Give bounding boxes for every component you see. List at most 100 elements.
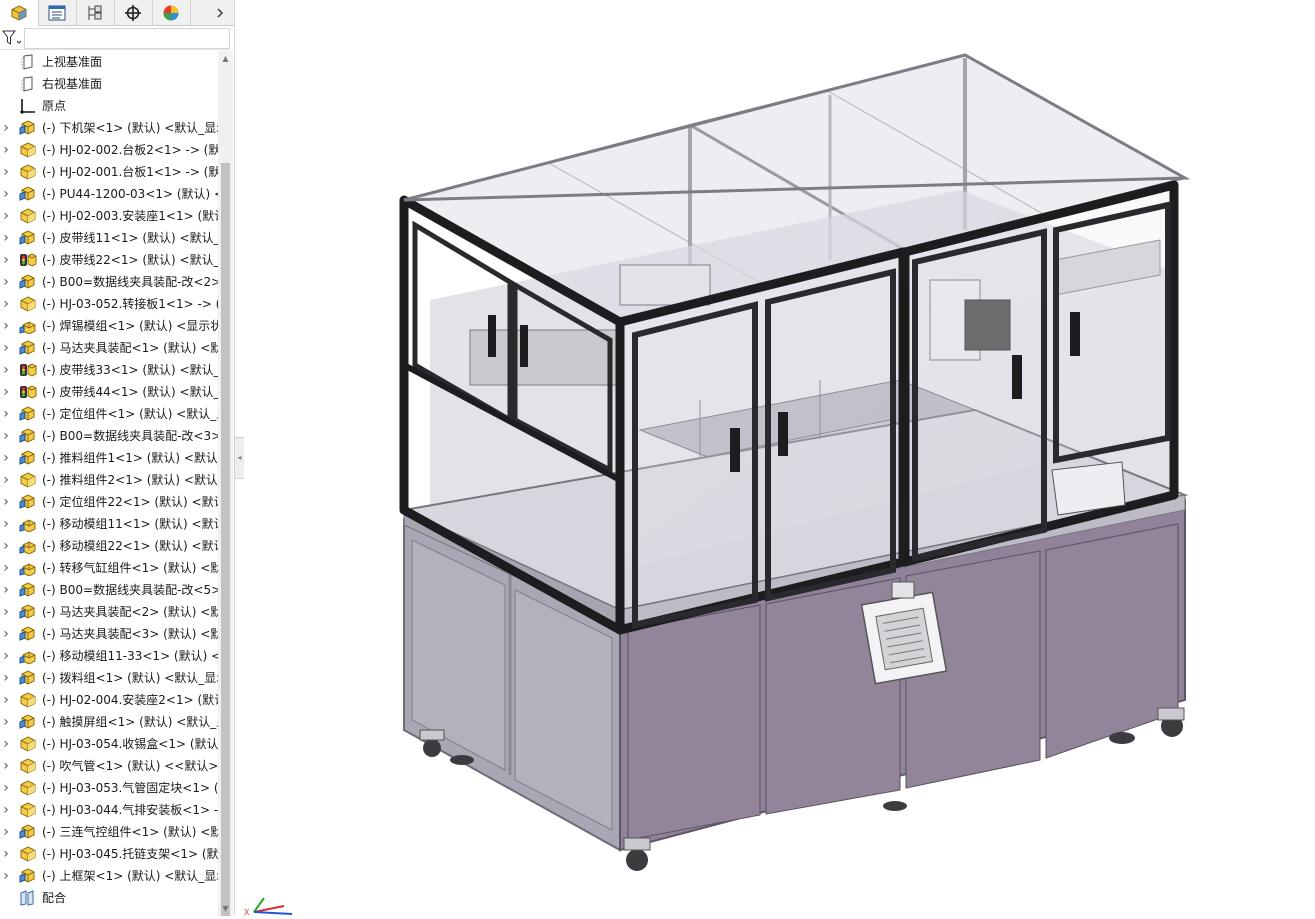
- tree-item[interactable]: 原点: [0, 95, 218, 117]
- tree-item[interactable]: › (-) HJ-02-004.安装座2<1> (默认: [0, 689, 218, 711]
- tree-item[interactable]: › (-) 皮带线33<1> (默认) <默认_显: [0, 359, 218, 381]
- tree-item[interactable]: › (-) 触摸屏组<1> (默认) <默认_显: [0, 711, 218, 733]
- expand-arrow-icon[interactable]: ›: [1, 601, 11, 623]
- expand-arrow-icon[interactable]: ›: [1, 227, 11, 249]
- expand-arrow-icon[interactable]: ›: [1, 161, 11, 183]
- display-manager-tab[interactable]: [152, 0, 191, 25]
- expand-arrow-icon[interactable]: ›: [1, 711, 11, 733]
- configuration-manager-tab[interactable]: [76, 0, 115, 25]
- tree-item[interactable]: › (-) 马达夹具装配<1> (默认) <默: [0, 337, 218, 359]
- expand-arrow-icon[interactable]: ›: [1, 249, 11, 271]
- tree-item[interactable]: › (-) 马达夹具装配<2> (默认) <默: [0, 601, 218, 623]
- expand-arrow-icon[interactable]: ›: [1, 469, 11, 491]
- expand-arrow-icon[interactable]: ›: [1, 293, 11, 315]
- tree-item[interactable]: › (-) 拨料组<1> (默认) <默认_显示: [0, 667, 218, 689]
- expand-arrow-icon[interactable]: ›: [1, 425, 11, 447]
- expand-arrow-icon[interactable]: ›: [1, 865, 11, 887]
- dimxpert-tab[interactable]: [114, 0, 153, 25]
- tree-item[interactable]: › (-) 吹气管<1> (默认) <<默认>_: [0, 755, 218, 777]
- part-icon: [19, 472, 37, 488]
- expand-arrow-icon[interactable]: ›: [1, 623, 11, 645]
- expand-arrow-icon[interactable]: ›: [1, 535, 11, 557]
- tree-item[interactable]: › (-) HJ-03-054.收锡盒<1> (默认): [0, 733, 218, 755]
- tree-item[interactable]: › (-) 转移气缸组件<1> (默认) <默: [0, 557, 218, 579]
- tree-item[interactable]: › (-) PU44-1200-03<1> (默认) <默: [0, 183, 218, 205]
- expand-arrow-icon[interactable]: ›: [1, 403, 11, 425]
- tree-item[interactable]: › (-) 焊锡模组<1> (默认) <显示状: [0, 315, 218, 337]
- tree-scrollbar[interactable]: ▲ ▼: [218, 51, 233, 916]
- tree-item[interactable]: › (-) 移动模组11<1> (默认) <默认: [0, 513, 218, 535]
- assembly-flex-icon: [19, 560, 37, 577]
- tree-item[interactable]: › (-) HJ-02-003.安装座1<1> (默认: [0, 205, 218, 227]
- filter-icon[interactable]: [2, 30, 22, 46]
- property-manager-icon: [48, 5, 66, 20]
- more-tabs-chevron-icon[interactable]: [205, 0, 234, 25]
- scrollbar-thumb[interactable]: [221, 163, 230, 916]
- expand-arrow-icon[interactable]: ›: [1, 381, 11, 403]
- expand-arrow-icon[interactable]: ›: [1, 667, 11, 689]
- expand-arrow-icon[interactable]: ›: [1, 271, 11, 293]
- tree-item[interactable]: 配合: [0, 887, 218, 909]
- tree-item[interactable]: 上视基准面: [0, 51, 218, 73]
- tree-item[interactable]: › (-) B00=数据线夹具装配-改<3>: [0, 425, 218, 447]
- expand-arrow-icon[interactable]: ›: [1, 755, 11, 777]
- expand-arrow-icon[interactable]: ›: [1, 799, 11, 821]
- tree-item[interactable]: › (-) HJ-02-001.台板1<1> -> (默认: [0, 161, 218, 183]
- tree-item[interactable]: › (-) 推料组件2<1> (默认) <默认_: [0, 469, 218, 491]
- expand-arrow-icon[interactable]: ›: [1, 447, 11, 469]
- tree-item[interactable]: › (-) 皮带线22<1> (默认) <默认_显: [0, 249, 218, 271]
- property-manager-tab[interactable]: [38, 0, 77, 25]
- tree-item[interactable]: › (-) 皮带线11<1> (默认) <默认_显: [0, 227, 218, 249]
- tree-item-label: (-) 下机架<1> (默认) <默认_显示: [42, 121, 218, 135]
- assembly-flex-icon: [19, 318, 37, 335]
- expand-arrow-icon[interactable]: ›: [1, 183, 11, 205]
- tree-item[interactable]: › (-) 推料组件1<1> (默认) <默认_: [0, 447, 218, 469]
- expand-arrow-icon[interactable]: ›: [1, 315, 11, 337]
- tree-item[interactable]: › (-) HJ-03-045.托链支架<1> (默: [0, 843, 218, 865]
- expand-arrow-icon[interactable]: ›: [1, 689, 11, 711]
- tree-item[interactable]: › (-) 移动模组11-33<1> (默认) <: [0, 645, 218, 667]
- expand-arrow-icon[interactable]: ›: [1, 777, 11, 799]
- feature-manager-icon: [11, 5, 27, 21]
- expand-arrow-icon[interactable]: ›: [1, 139, 11, 161]
- expand-arrow-icon[interactable]: ›: [1, 117, 11, 139]
- tree-item[interactable]: 右视基准面: [0, 73, 218, 95]
- tree-item[interactable]: › (-) 马达夹具装配<3> (默认) <默: [0, 623, 218, 645]
- expand-arrow-icon[interactable]: ›: [1, 337, 11, 359]
- graphics-viewport[interactable]: [244, 0, 1315, 916]
- scroll-down-arrow-icon[interactable]: ▼: [221, 904, 230, 913]
- tree-item[interactable]: › (-) 下机架<1> (默认) <默认_显示: [0, 117, 218, 139]
- dimxpert-icon: [125, 4, 141, 21]
- assembly-icon: [19, 626, 37, 642]
- tree-item-label: (-) HJ-02-001.台板1<1> -> (默认: [42, 165, 218, 179]
- expand-arrow-icon[interactable]: ›: [1, 513, 11, 535]
- scroll-up-arrow-icon[interactable]: ▲: [221, 54, 230, 63]
- tree-item[interactable]: › (-) HJ-02-002.台板2<1> -> (默认: [0, 139, 218, 161]
- feature-manager-panel: 上视基准面 右视基准面 原点 › (-) 下机架<1> (默认) <默认_显示 › (-) …: [0, 0, 235, 916]
- tree-item[interactable]: › (-) B00=数据线夹具装配-改<5>: [0, 579, 218, 601]
- expand-arrow-icon[interactable]: ›: [1, 491, 11, 513]
- expand-arrow-icon[interactable]: ›: [1, 557, 11, 579]
- expand-arrow-icon[interactable]: ›: [1, 843, 11, 865]
- expand-arrow-icon[interactable]: ›: [1, 733, 11, 755]
- tree-item-label: (-) B00=数据线夹具装配-改<5>: [42, 583, 218, 597]
- tree-item[interactable]: › (-) B00=数据线夹具装配-改<2>: [0, 271, 218, 293]
- filter-input[interactable]: [24, 28, 230, 49]
- tree-item[interactable]: › (-) 移动模组22<1> (默认) <默认: [0, 535, 218, 557]
- expand-arrow-icon[interactable]: ›: [1, 645, 11, 667]
- tree-item[interactable]: › (-) 定位组件22<1> (默认) <默认: [0, 491, 218, 513]
- tree-item[interactable]: › (-) 上框架<1> (默认) <默认_显示: [0, 865, 218, 887]
- tree-item[interactable]: › (-) 定位组件<1> (默认) <默认_显: [0, 403, 218, 425]
- tree-item[interactable]: › (-) HJ-03-053.气管固定块<1> (: [0, 777, 218, 799]
- tree-item[interactable]: › (-) 三连气控组件<1> (默认) <默: [0, 821, 218, 843]
- expand-arrow-icon[interactable]: ›: [1, 821, 11, 843]
- expand-arrow-icon[interactable]: ›: [1, 359, 11, 381]
- tree-item-label: 原点: [42, 99, 67, 113]
- tree-item[interactable]: › (-) HJ-03-044.气排安装板<1> -: [0, 799, 218, 821]
- tree-item[interactable]: › (-) 皮带线44<1> (默认) <默认_显: [0, 381, 218, 403]
- tree-item-label: (-) 皮带线33<1> (默认) <默认_显: [42, 363, 218, 377]
- expand-arrow-icon[interactable]: ›: [1, 205, 11, 227]
- feature-manager-tab[interactable]: [0, 0, 39, 26]
- tree-item[interactable]: › (-) HJ-03-052.转接板1<1> -> (: [0, 293, 218, 315]
- expand-arrow-icon[interactable]: ›: [1, 579, 11, 601]
